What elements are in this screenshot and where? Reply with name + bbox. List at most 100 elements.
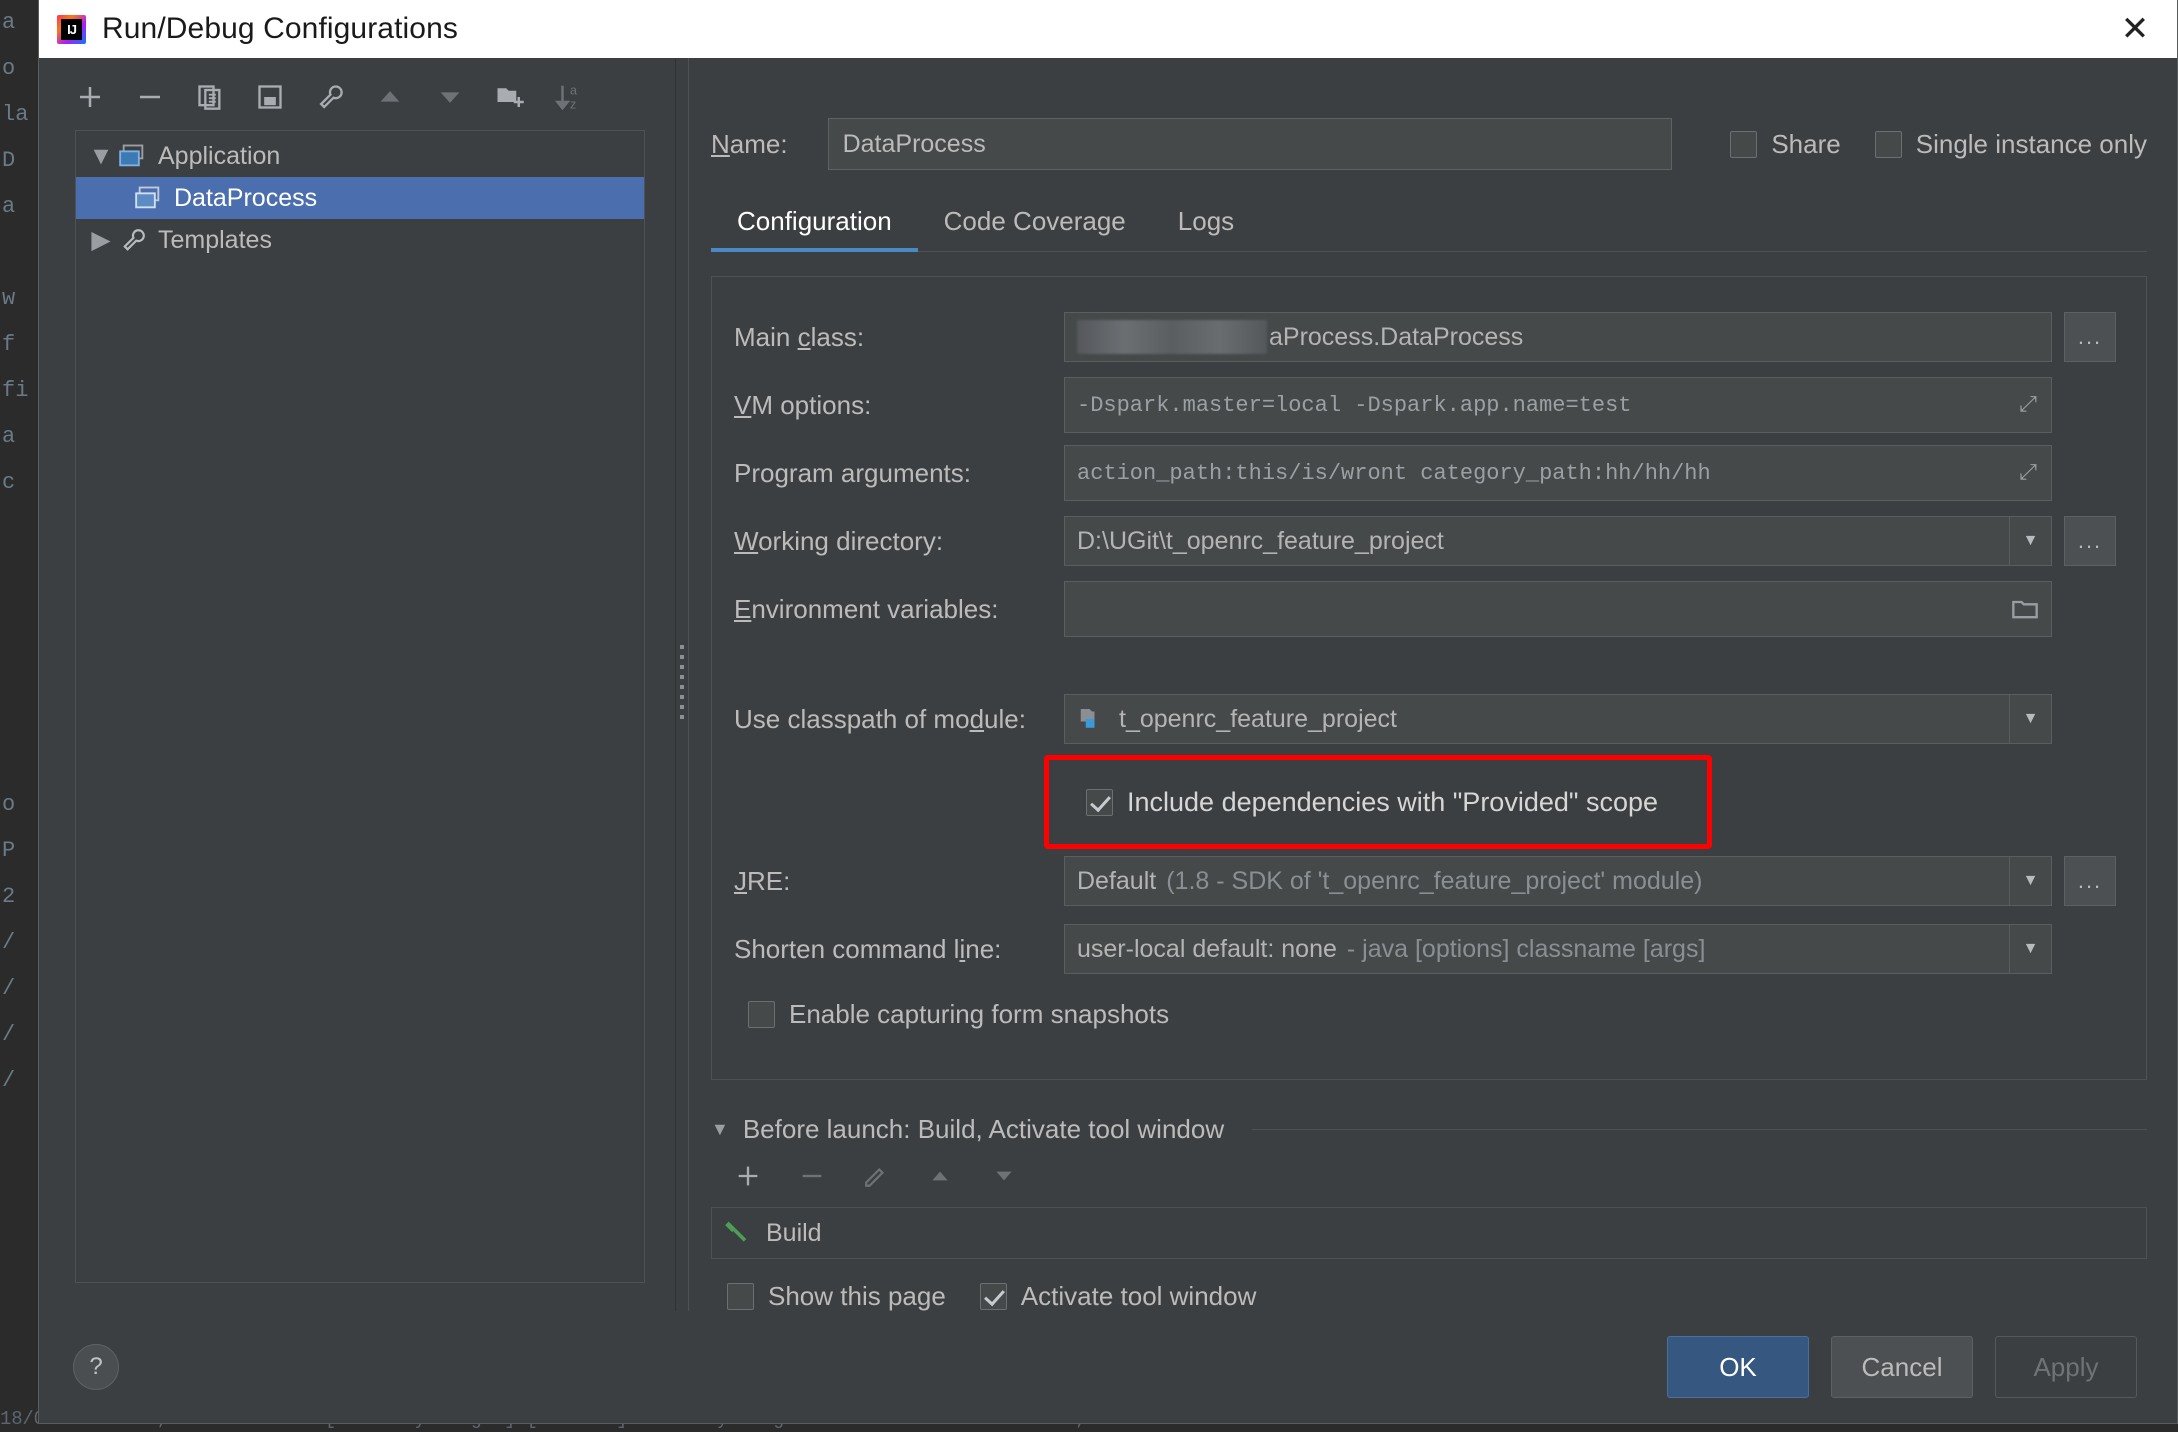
help-icon[interactable]: ? [73, 1344, 119, 1390]
include-provided-scope-checkbox-box[interactable] [1086, 788, 1113, 816]
jre-row: JRE: Default (1.8 - SDK of 't_openrc_fea… [734, 847, 2116, 915]
program-arguments-value: action_path:this/is/wront category_path:… [1077, 460, 1711, 486]
sort-alphabetically-button[interactable]: a z [549, 76, 591, 118]
main-class-row: Main class: aProcess.DataProcess ... [734, 303, 2116, 371]
name-row: Name: Share Single instance only [711, 108, 2147, 180]
use-classpath-of-module-combobox[interactable]: t_openrc_feature_project ▼ [1064, 694, 2052, 744]
folder-icon[interactable] [2005, 597, 2045, 621]
jre-browse-button[interactable]: ... [2064, 856, 2116, 906]
working-directory-row: Working directory: D:\UGit\t_openrc_feat… [734, 507, 2116, 575]
configurations-tree[interactable]: ▼ Application DataProcess ▶ Templates [75, 130, 645, 1283]
before-launch-header[interactable]: ▼ Before launch: Build, Activate tool wi… [711, 1114, 2147, 1145]
chevron-right-icon[interactable]: ▶ [86, 225, 116, 255]
tree-node-label: Templates [158, 225, 272, 254]
edit-task-pencil-icon[interactable] [855, 1155, 897, 1197]
move-up-button[interactable] [369, 76, 411, 118]
vm-options-row: VM options: -Dspark.master=local -Dspark… [734, 371, 2116, 439]
before-launch-options: Show this page Activate tool window [711, 1281, 2147, 1312]
include-provided-scope-row: Include dependencies with "Provided" sco… [1044, 755, 2116, 849]
intellij-idea-logo-icon [57, 14, 86, 44]
program-arguments-expand-icon[interactable]: ⤢ [2011, 461, 2045, 486]
hammer-icon [724, 1217, 752, 1250]
apply-button[interactable]: Apply [1995, 1336, 2137, 1398]
redacted-package-prefix [1077, 320, 1267, 354]
use-classpath-of-module-dropdown-icon[interactable]: ▼ [2009, 695, 2051, 743]
use-classpath-of-module-value: t_openrc_feature_project [1119, 704, 1397, 733]
tab-configuration[interactable]: Configuration [711, 206, 918, 252]
tree-node-templates[interactable]: ▶ Templates [76, 219, 644, 261]
share-checkbox[interactable]: Share [1730, 128, 1841, 160]
shorten-command-line-value-detail: - java [options] classname [args] [1346, 934, 1706, 963]
dialog-body: a z ▼ Application DataProcess ▶ Template… [39, 58, 2177, 1311]
enable-capturing-form-snapshots-label: Enable capturing form snapshots [789, 998, 1170, 1029]
vm-options-expand-icon[interactable]: ⤢ [2011, 393, 2045, 418]
tab-code-coverage[interactable]: Code Coverage [918, 206, 1152, 251]
chevron-down-icon[interactable]: ▼ [711, 1119, 729, 1140]
tree-node-dataprocess[interactable]: DataProcess [76, 177, 644, 219]
shorten-command-line-row: Shorten command line: user-local default… [734, 915, 2116, 983]
move-down-button[interactable] [429, 76, 471, 118]
include-provided-scope-checkbox[interactable]: Include dependencies with "Provided" sco… [1086, 787, 1658, 818]
activate-tool-window-checkbox-box[interactable] [979, 1283, 1007, 1310]
move-task-down-button[interactable] [983, 1155, 1025, 1197]
name-label: Name: [711, 128, 788, 159]
chevron-down-icon[interactable]: ▼ [86, 142, 116, 171]
share-checkbox-box[interactable] [1730, 130, 1758, 158]
activate-tool-window-label: Activate tool window [1020, 1281, 1257, 1311]
working-directory-dropdown-icon[interactable]: ▼ [2009, 517, 2051, 565]
show-this-page-checkbox-box[interactable] [727, 1283, 754, 1310]
tree-node-application[interactable]: ▼ Application [76, 135, 644, 177]
single-instance-only-checkbox[interactable]: Single instance only [1874, 129, 2147, 160]
edit-templates-wrench-icon[interactable] [309, 76, 351, 118]
program-arguments-input[interactable]: action_path:this/is/wront category_path:… [1064, 445, 2052, 501]
wrench-icon [116, 227, 150, 253]
environment-variables-input[interactable] [1064, 581, 2052, 637]
new-folder-button[interactable] [489, 76, 531, 118]
main-class-input[interactable]: aProcess.DataProcess [1064, 312, 2052, 362]
svg-text:a: a [570, 84, 577, 98]
working-directory-input[interactable]: D:\UGit\t_openrc_feature_project ▼ [1064, 516, 2052, 566]
add-task-button[interactable] [727, 1155, 769, 1197]
jre-combobox[interactable]: Default (1.8 - SDK of 't_openrc_feature_… [1064, 856, 2052, 906]
working-directory-browse-button[interactable]: ... [2064, 516, 2116, 566]
remove-task-button[interactable] [791, 1155, 833, 1197]
configurations-toolbar: a z [39, 68, 675, 126]
add-configuration-button[interactable] [69, 76, 111, 118]
save-configuration-button[interactable] [249, 76, 291, 118]
single-instance-only-checkbox-box[interactable] [1874, 130, 1902, 158]
name-input[interactable] [827, 118, 1673, 170]
program-arguments-label: Program arguments: [734, 457, 972, 488]
enable-capturing-form-snapshots-row: Enable capturing form snapshots [734, 983, 2116, 1045]
show-this-page-label: Show this page [768, 1281, 946, 1311]
shorten-command-line-combobox[interactable]: user-local default: none - java [options… [1064, 924, 2052, 974]
show-this-page-checkbox[interactable]: Show this page [727, 1281, 946, 1312]
tab-logs[interactable]: Logs [1152, 206, 1260, 251]
enable-capturing-form-snapshots-checkbox-box[interactable] [748, 1000, 775, 1028]
move-task-up-button[interactable] [919, 1155, 961, 1197]
configurations-left-pane: a z ▼ Application DataProcess ▶ Template… [39, 58, 675, 1311]
svg-text:z: z [570, 97, 576, 111]
cancel-button[interactable]: Cancel [1831, 1336, 1973, 1398]
module-icon [1077, 706, 1107, 732]
pane-splitter-handle[interactable] [675, 58, 689, 1311]
use-classpath-of-module-row: Use classpath of module: t_openrc_featur… [734, 685, 2116, 753]
share-label: Share [1771, 128, 1841, 159]
before-launch-section: ▼ Before launch: Build, Activate tool wi… [711, 1114, 2147, 1312]
splitter-grip-icon [680, 644, 684, 725]
environment-variables-label: Environment variables: [734, 593, 999, 624]
main-class-browse-button[interactable]: ... [2064, 312, 2116, 362]
section-divider [1252, 1129, 2147, 1130]
editor-left-gutter: a o la D a w f fi a c o P 2 / / / / [0, 0, 38, 1432]
application-icon [132, 186, 166, 210]
enable-capturing-form-snapshots-checkbox[interactable]: Enable capturing form snapshots [748, 999, 1169, 1030]
shorten-command-line-dropdown-icon[interactable]: ▼ [2009, 925, 2051, 973]
before-launch-task-list[interactable]: Build [711, 1207, 2147, 1259]
remove-configuration-button[interactable] [129, 76, 171, 118]
close-icon[interactable]: ✕ [2103, 3, 2167, 55]
ok-button[interactable]: OK [1667, 1336, 1809, 1398]
activate-tool-window-checkbox[interactable]: Activate tool window [979, 1281, 1257, 1312]
vm-options-input[interactable]: -Dspark.master=local -Dspark.app.name=te… [1064, 377, 2052, 433]
jre-value-detail: (1.8 - SDK of 't_openrc_feature_project'… [1166, 866, 1703, 895]
copy-configuration-button[interactable] [189, 76, 231, 118]
jre-dropdown-icon[interactable]: ▼ [2009, 857, 2051, 905]
